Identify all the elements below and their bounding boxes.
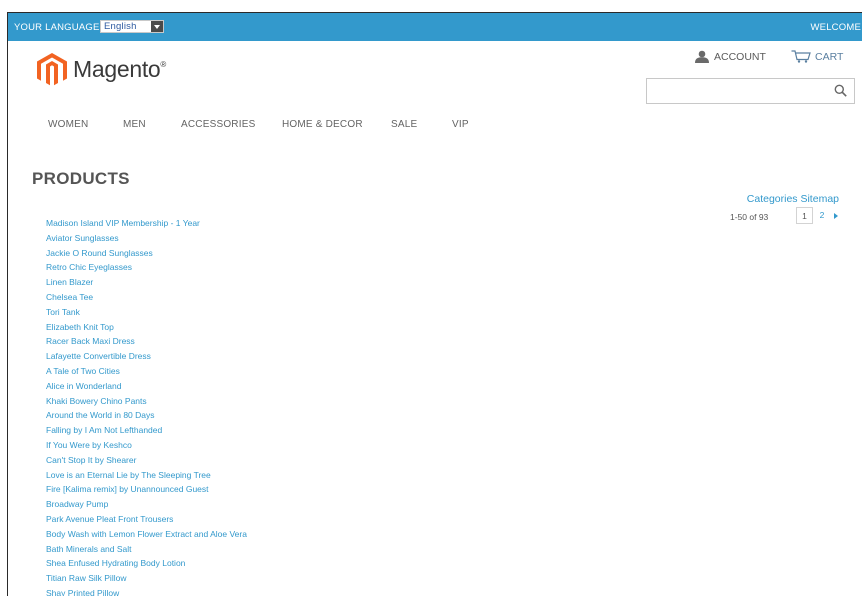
product-link[interactable]: Fire [Kalima remix] by Unannounced Guest	[46, 482, 247, 497]
product-link[interactable]: Titian Raw Silk Pillow	[46, 571, 247, 586]
product-link[interactable]: Bath Minerals and Salt	[46, 542, 247, 557]
product-link[interactable]: Madison Island VIP Membership - 1 Year	[46, 216, 247, 231]
product-link[interactable]: Alice in Wonderland	[46, 379, 247, 394]
account-label: ACCOUNT	[714, 51, 766, 63]
language-label: YOUR LANGUAGE:	[14, 22, 103, 33]
search-icon[interactable]	[834, 84, 847, 97]
product-list: Madison Island VIP Membership - 1 Year A…	[46, 216, 247, 596]
welcome-message: WELCOME	[810, 22, 861, 33]
product-link[interactable]: Lafayette Convertible Dress	[46, 349, 247, 364]
product-link[interactable]: Broadway Pump	[46, 497, 247, 512]
product-link[interactable]: Linen Blazer	[46, 275, 247, 290]
product-link[interactable]: A Tale of Two Cities	[46, 364, 247, 379]
product-link[interactable]: Body Wash with Lemon Flower Extract and …	[46, 527, 247, 542]
product-link[interactable]: Khaki Bowery Chino Pants	[46, 394, 247, 409]
cart-icon	[791, 50, 811, 63]
categories-sitemap-link[interactable]: Categories Sitemap	[747, 193, 839, 205]
product-link[interactable]: Love is an Eternal Lie by The Sleeping T…	[46, 468, 247, 483]
chevron-right-icon[interactable]	[831, 207, 841, 224]
user-icon	[695, 50, 709, 63]
page-link-2[interactable]: 2	[817, 207, 827, 224]
header-language-bar: YOUR LANGUAGE: English WELCOME	[8, 13, 862, 41]
product-link[interactable]: Tori Tank	[46, 305, 247, 320]
product-link[interactable]: Elizabeth Knit Top	[46, 320, 247, 335]
browser-page: YOUR LANGUAGE: English WELCOME Magento® …	[7, 12, 862, 596]
logo-text: Magento®	[73, 56, 167, 82]
magento-logo-icon	[37, 53, 67, 86]
page-title: PRODUCTS	[32, 169, 130, 189]
product-link[interactable]: Park Avenue Pleat Front Trousers	[46, 512, 247, 527]
product-link[interactable]: Can't Stop It by Shearer	[46, 453, 247, 468]
page-current: 1	[796, 207, 813, 224]
product-link[interactable]: Shay Printed Pillow	[46, 586, 247, 596]
product-link[interactable]: Around the World in 80 Days	[46, 408, 247, 423]
nav-item-sale[interactable]: SALE	[391, 119, 417, 130]
product-link[interactable]: Jackie O Round Sunglasses	[46, 246, 247, 261]
search-input[interactable]	[646, 78, 855, 104]
cart-label: CART	[815, 51, 844, 63]
results-count: 1-50 of 93	[730, 212, 769, 222]
chevron-down-icon	[151, 21, 163, 32]
nav-item-vip[interactable]: VIP	[452, 119, 469, 130]
nav-item-men[interactable]: MEN	[123, 119, 146, 130]
nav-item-accessories[interactable]: ACCESSORIES	[181, 119, 255, 130]
product-link[interactable]: Falling by I Am Not Lefthanded	[46, 423, 247, 438]
language-select[interactable]: English	[100, 20, 164, 33]
language-select-value: English	[104, 21, 137, 32]
nav-item-home-decor[interactable]: HOME & DECOR	[282, 119, 363, 130]
product-link[interactable]: Chelsea Tee	[46, 290, 247, 305]
product-link[interactable]: Racer Back Maxi Dress	[46, 334, 247, 349]
product-link[interactable]: If You Were by Keshco	[46, 438, 247, 453]
site-logo[interactable]: Magento®	[37, 53, 182, 89]
product-link[interactable]: Aviator Sunglasses	[46, 231, 247, 246]
product-link[interactable]: Shea Enfused Hydrating Body Lotion	[46, 556, 247, 571]
product-link[interactable]: Retro Chic Eyeglasses	[46, 260, 247, 275]
nav-item-women[interactable]: WOMEN	[48, 119, 88, 130]
